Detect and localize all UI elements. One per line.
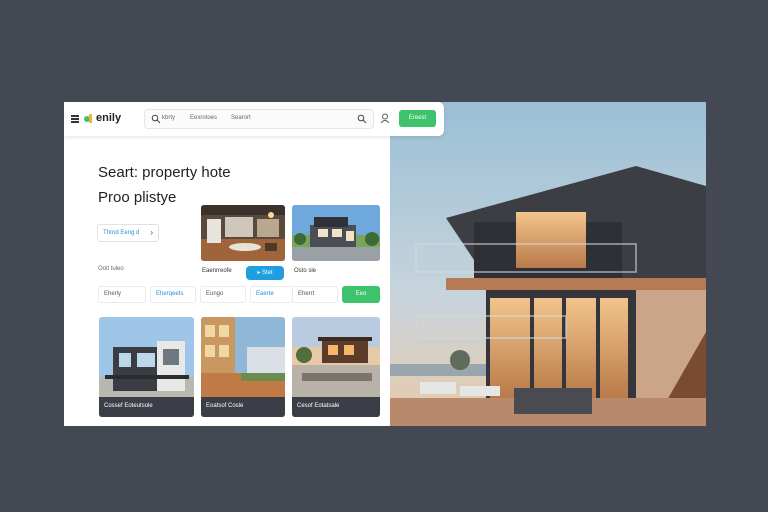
filter-field-1[interactable]: Eherly [98, 286, 146, 303]
top-nav-bar: enily kbrty Eexrotoes Searort Ereest [64, 102, 444, 136]
search-filter-1[interactable]: kbrty [162, 115, 175, 121]
house-image [292, 205, 380, 261]
cta-button[interactable]: Ereest [399, 110, 436, 127]
search-input[interactable]: Searort [231, 115, 251, 121]
interior-image [201, 205, 285, 261]
listing-card-3-caption: Cesof Eotatsale [292, 397, 380, 417]
logo-icon [84, 114, 92, 123]
filter-field-4[interactable]: Eaerte [250, 286, 294, 303]
featured-card-house-caption: Osto sle [294, 268, 317, 274]
browse-link-button[interactable]: Thrnd Eeng d › [97, 224, 159, 242]
hero-subtitle: Proo plistye [98, 189, 177, 206]
featured-card-interior-caption: Eaenrreofe [202, 268, 232, 274]
search-icon [151, 114, 161, 124]
filter-section-label: Ootl tuleo [98, 266, 124, 272]
filter-field-5[interactable]: Eherrt [292, 286, 338, 303]
hero-title: Seart: property hote [98, 164, 231, 181]
listing-card-2[interactable]: Eoatsof Cosle [201, 317, 285, 417]
featured-card-house[interactable] [292, 205, 380, 261]
listing-card-1-caption: Cossef Eoteutsole [99, 397, 194, 417]
filter-field-2[interactable]: Eherqeets [150, 286, 196, 303]
browse-link-label: Thrnd Eeng d [103, 230, 140, 236]
hero-house-image [390, 102, 706, 426]
listing-card-2-caption: Eoatsof Cosle [201, 397, 285, 417]
search-panel: Seart: property hote Proo plistye Thrnd … [64, 102, 390, 426]
logo-text[interactable]: enily [96, 112, 121, 124]
pill-label: Stet [262, 270, 273, 276]
app-window: Seart: property hote Proo plistye Thrnd … [64, 102, 706, 426]
listing-card-3[interactable]: Cesof Eotatsale [292, 317, 380, 417]
filter-field-3[interactable]: Eungo [200, 286, 246, 303]
search-submit-icon[interactable] [357, 114, 367, 124]
modern-house-illustration [390, 102, 706, 426]
user-icon[interactable] [380, 113, 390, 124]
featured-card-interior[interactable] [201, 205, 285, 261]
listing-card-1[interactable]: Cossef Eoteutsole [99, 317, 194, 417]
search-bar[interactable]: kbrty Eexrotoes Searort [144, 109, 374, 129]
featured-pill-button[interactable]: ▸ Stet [246, 266, 284, 280]
chevron-right-icon: › [150, 228, 153, 237]
apply-filters-button[interactable]: Eeo [342, 286, 380, 303]
hamburger-menu-icon[interactable] [71, 115, 79, 123]
search-filter-2[interactable]: Eexrotoes [190, 115, 217, 121]
